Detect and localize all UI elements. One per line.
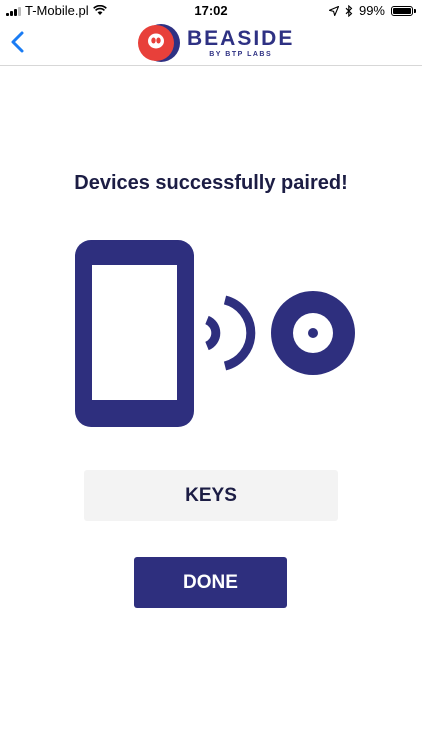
done-button[interactable]: DONE <box>134 557 287 608</box>
pairing-illustration <box>75 240 355 427</box>
battery-icon <box>391 5 416 16</box>
page-title: Devices successfully paired! <box>74 172 348 194</box>
beacon-icon <box>271 291 355 375</box>
keys-button[interactable]: KEYS <box>84 470 338 521</box>
beaside-logo: BEASIDE BY BTP LABS <box>137 22 294 64</box>
location-arrow-icon <box>328 5 339 16</box>
logo-title: BEASIDE <box>187 26 295 50</box>
phone-icon <box>75 240 194 427</box>
logo-text: BEASIDE BY BTP LABS <box>187 26 295 59</box>
logo-subtitle: BY BTP LABS <box>209 50 273 58</box>
beaside-logo-icon <box>138 24 180 62</box>
chevron-left-icon <box>11 31 24 53</box>
battery-fill <box>393 7 411 14</box>
bluetooth-icon <box>345 4 353 17</box>
battery-percent: 99% <box>358 3 385 18</box>
back-button[interactable] <box>6 26 34 58</box>
status-bar: T-Mobile.pl 17:02 99% <box>0 0 422 22</box>
status-right: 99% <box>328 3 416 18</box>
navigation-bar: BEASIDE BY BTP LABS <box>0 22 422 66</box>
signal-waves-icon <box>204 295 256 371</box>
